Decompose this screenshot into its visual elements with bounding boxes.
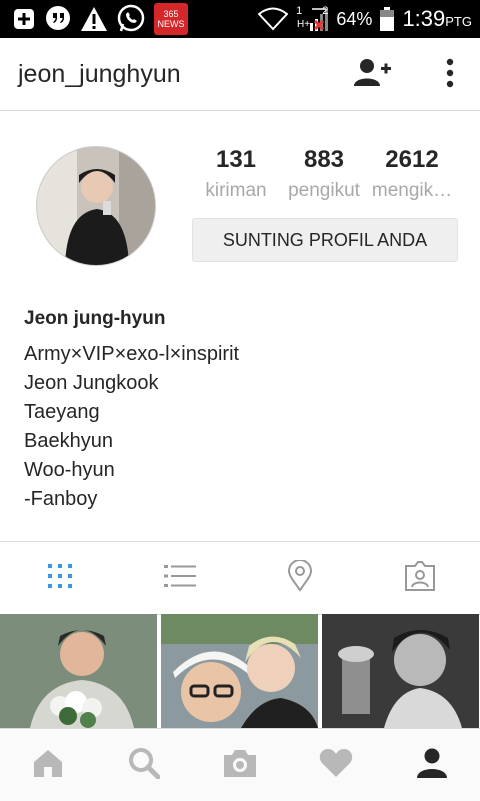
nav-activity[interactable]	[288, 729, 384, 801]
profile-stats: 131 kiriman 883 pengikut 2612 mengik…	[192, 146, 456, 208]
clock-suffix: PTG	[445, 14, 472, 29]
tab-tagged[interactable]	[360, 542, 480, 614]
camera-icon	[222, 748, 258, 783]
bio-line: Army×VIP×exo-l×inspirit	[24, 343, 240, 365]
status-bar: 365 NEWS H+ 1 2 64% 1:39PTG	[0, 0, 480, 38]
nav-profile[interactable]	[384, 729, 480, 801]
list-icon	[164, 564, 196, 593]
profile-header: jeon_junghyun	[0, 38, 480, 111]
profile-username: jeon_junghyun	[18, 59, 181, 88]
more-vert-icon[interactable]	[446, 58, 454, 93]
photo-thumbnail[interactable]	[0, 614, 157, 728]
add-square-icon	[12, 7, 36, 31]
bio-line: -Fanboy	[24, 488, 98, 510]
profile-full-name: Jeon jung-hyun	[24, 308, 166, 329]
heart-icon	[319, 748, 353, 783]
bio-line: Baekhyun	[24, 430, 113, 452]
bio-line: Taeyang	[24, 401, 100, 423]
home-icon	[32, 748, 64, 783]
posts-count: 131	[215, 146, 257, 173]
following-count: 2612	[385, 146, 439, 173]
tab-places[interactable]	[240, 542, 360, 614]
tagged-photos-icon	[404, 560, 436, 596]
svg-text:H+: H+	[297, 19, 310, 30]
tab-grid[interactable]	[0, 542, 120, 614]
photo-thumbnail[interactable]	[161, 614, 318, 728]
news-app-icon: 365 NEWS	[154, 3, 188, 35]
bio-line: Woo-hyun	[24, 459, 115, 481]
tab-list[interactable]	[120, 542, 240, 614]
battery-percent: 64%	[336, 8, 373, 29]
stat-posts[interactable]: 131 kiriman	[192, 146, 280, 208]
avatar[interactable]	[36, 146, 156, 266]
news-number: 365	[163, 9, 179, 19]
clock-time: 1:39	[402, 6, 446, 31]
stat-following[interactable]: 2612 mengik…	[368, 146, 456, 208]
wifi-icon	[258, 7, 289, 31]
profile-icon	[416, 748, 448, 783]
clock: 1:39PTG	[402, 6, 472, 32]
sim1-label: 1	[296, 5, 303, 17]
location-pin-icon	[287, 558, 313, 597]
profile-bio: Jeon jung-hyun Army×VIP×exo-l×inspirit J…	[24, 306, 464, 514]
photo-thumbnail[interactable]	[322, 614, 479, 728]
posts-label: kiriman	[205, 180, 267, 201]
followers-label: pengikut	[288, 180, 360, 201]
photo-grid	[0, 614, 480, 728]
following-label: mengik…	[371, 180, 453, 201]
search-icon	[128, 747, 161, 784]
nav-camera[interactable]	[192, 729, 288, 801]
battery-icon	[380, 7, 395, 31]
whatsapp-icon	[116, 4, 146, 34]
profile-view-tabs	[0, 541, 480, 615]
nav-search[interactable]	[96, 729, 192, 801]
grid-icon	[47, 563, 73, 594]
bottom-navigation	[0, 728, 480, 801]
warning-icon	[80, 6, 108, 32]
quote-bubble-icon	[44, 5, 72, 33]
followers-count: 883	[303, 146, 345, 173]
stat-followers[interactable]: 883 pengikut	[280, 146, 368, 208]
sim2-label: 2	[322, 5, 329, 17]
news-label: NEWS	[157, 19, 185, 29]
bio-line: Jeon Jungkook	[24, 372, 159, 394]
add-user-icon[interactable]	[354, 58, 392, 93]
edit-profile-button[interactable]: SUNTING PROFIL ANDA	[192, 218, 458, 262]
nav-home[interactable]	[0, 729, 96, 801]
